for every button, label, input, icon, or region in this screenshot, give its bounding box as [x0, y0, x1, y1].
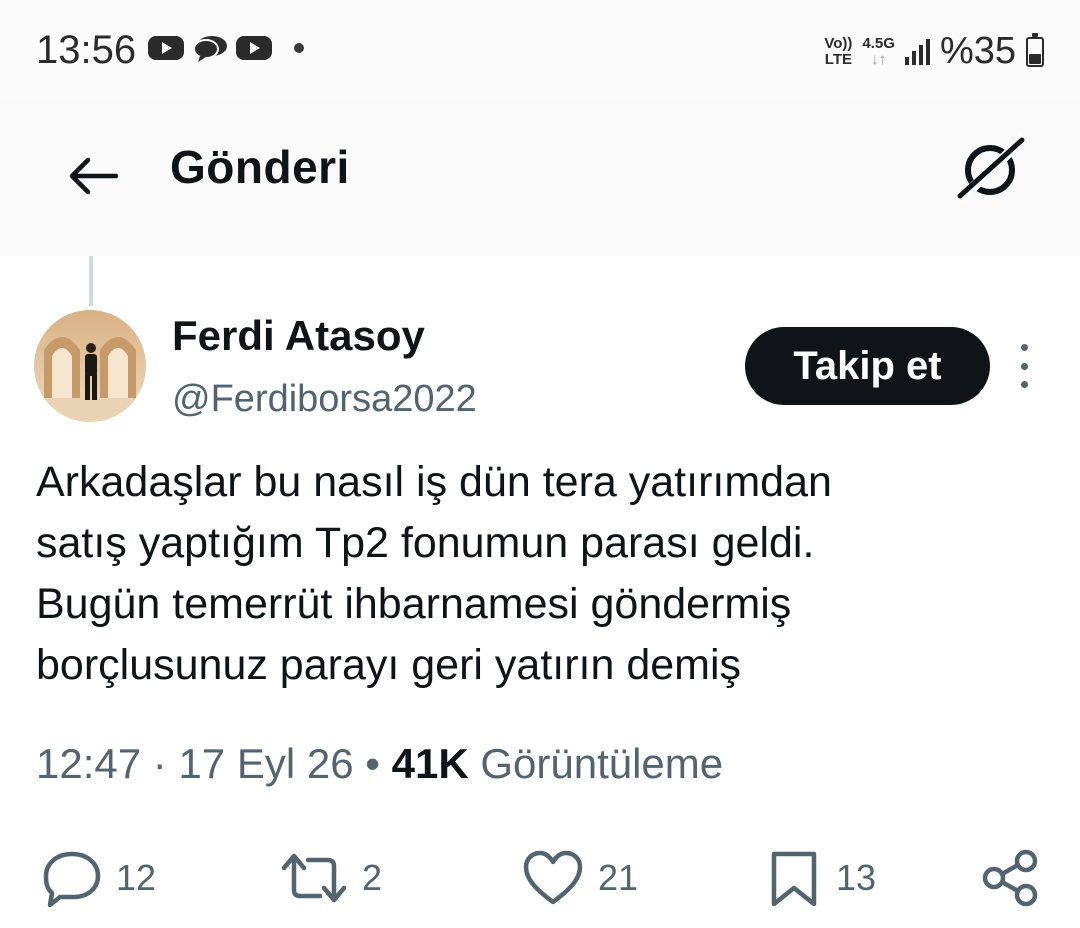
bookmark-count: 13 — [836, 857, 877, 898]
like-button[interactable]: 21 — [520, 846, 638, 910]
tweet-date[interactable]: 17 Eyl 26 — [178, 740, 353, 787]
status-bar: 13:56 Vo)) LTE 4.5G ↓↑ %35 — [0, 0, 1080, 100]
share-button[interactable] — [980, 846, 1040, 910]
reply-count: 12 — [116, 857, 157, 898]
more-notifications-dot — [294, 43, 304, 53]
arrow-left-icon — [69, 157, 118, 195]
reply-button[interactable]: 12 — [40, 846, 156, 910]
status-time: 13:56 — [36, 28, 137, 72]
youtube-icon — [148, 36, 184, 60]
grok-button[interactable] — [956, 134, 1028, 206]
youtube-icon — [236, 36, 272, 60]
more-dot-icon — [1020, 381, 1028, 388]
volte-indicator: Vo)) LTE — [824, 34, 853, 68]
battery-icon — [1026, 32, 1044, 67]
network-type: 4.5G — [862, 34, 895, 52]
more-dot-icon — [1020, 362, 1028, 370]
share-icon — [982, 849, 1038, 907]
status-right: Vo)) LTE 4.5G ↓↑ %35 — [824, 30, 1044, 73]
author-handle[interactable]: @Ferdiborsa2022 — [172, 378, 477, 421]
author-name[interactable]: Ferdi Atasoy — [172, 312, 425, 360]
bookmark-button[interactable]: 13 — [764, 846, 876, 910]
reply-icon — [43, 851, 101, 908]
views-count: 41K — [391, 740, 469, 787]
more-dot-icon — [1020, 344, 1028, 351]
meta-separator: • — [353, 740, 392, 787]
network-activity: ↓↑ — [871, 50, 887, 68]
views-label: Görüntüleme — [468, 740, 724, 787]
battery-percent: %35 — [939, 30, 1016, 72]
volte-line2: LTE — [824, 50, 852, 68]
retweet-icon — [281, 853, 347, 903]
thread-connector — [89, 256, 93, 306]
signal-icon — [904, 38, 930, 65]
meta-separator: · — [141, 740, 179, 787]
battery-fill — [1029, 54, 1041, 64]
top-bar: Gönderi — [0, 100, 1080, 256]
back-button[interactable] — [60, 144, 124, 208]
more-options-button[interactable] — [1004, 344, 1044, 388]
retweet-button[interactable]: 2 — [278, 846, 382, 910]
volte-line1: Vo)) — [824, 34, 853, 52]
chat-icon — [193, 36, 227, 62]
tweet-meta: 12:47 · 17 Eyl 26 • 41K Görüntüleme — [36, 740, 723, 788]
network-indicator: 4.5G ↓↑ — [862, 34, 895, 68]
retweet-count: 2 — [362, 857, 383, 898]
bookmark-icon — [771, 851, 817, 907]
profile-photo — [34, 310, 146, 422]
tweet-time[interactable]: 12:47 — [36, 740, 141, 787]
grok-icon — [957, 134, 1028, 202]
notification-icons — [148, 34, 304, 62]
heart-icon — [523, 850, 583, 905]
avatar[interactable] — [34, 310, 146, 422]
follow-button[interactable]: Takip et — [745, 327, 990, 405]
like-count: 21 — [598, 857, 639, 898]
tweet-text: Arkadaşlar bu nasıl iş dün tera yatırımd… — [36, 458, 832, 689]
page-title: Gönderi — [170, 141, 350, 193]
